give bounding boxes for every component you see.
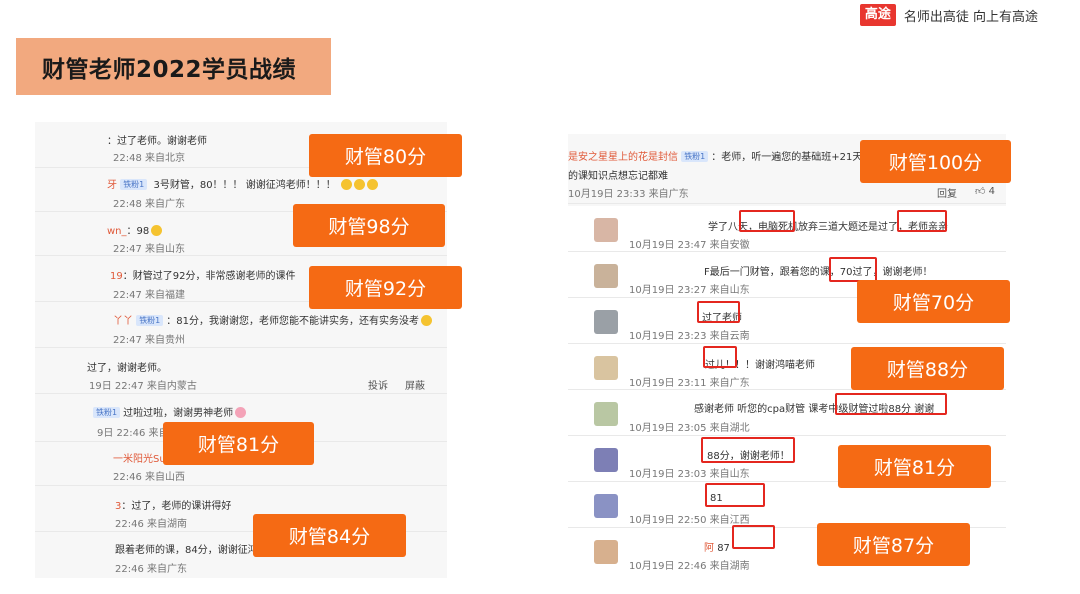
comment-text-line2: 的课知识点想忘记都难 — [568, 171, 668, 182]
comment-meta: 10月19日 23:03 来自山东 — [629, 469, 750, 480]
comment-meta: 22:48 来自北京 — [113, 153, 185, 164]
comment-author[interactable]: 丫丫 — [113, 316, 133, 327]
comment-meta: 10月19日 23:27 来自山东 — [629, 285, 750, 296]
score-tag: 财管98分 — [293, 204, 445, 247]
avatar[interactable] — [594, 494, 618, 518]
fan-badge: 铁粉1 — [681, 151, 709, 162]
comment-text: 跟着老师的课，84分，谢谢征鸿 — [115, 545, 258, 556]
score-tag: 财管70分 — [857, 280, 1010, 323]
comment-author[interactable]: 是安之星星上的花是封信 — [568, 152, 678, 163]
highlight-box — [697, 301, 740, 323]
emoji-icon — [151, 225, 163, 236]
score-tag: 财管81分 — [163, 422, 314, 465]
comment-author[interactable]: 19 — [110, 271, 123, 282]
comment-meta: 10月19日 22:46 来自湖南 — [629, 561, 750, 572]
brand-header: 高途 名师出高徒 向上有高途 — [859, 4, 1038, 26]
score-tag: 财管87分 — [817, 523, 970, 566]
comment-meta: 10月19日 23:23 来自云南 — [629, 331, 750, 342]
comment-text: 是安之星星上的花是封信 铁粉1 ：老师，听一遍您的基础班+21天 — [568, 151, 863, 163]
highlight-box — [703, 346, 737, 368]
left-comment-screenshot: ：过了老师。谢谢老师 22:48 来自北京 牙 铁粉1 3号财管，80！！！ 谢… — [35, 122, 447, 578]
reply-button[interactable]: 回复 — [937, 185, 957, 200]
avatar[interactable] — [594, 540, 618, 564]
fan-badge: 铁粉1 — [136, 315, 164, 326]
comment-meta: 10月19日 22:50 来自江西 — [629, 515, 750, 526]
highlight-box — [732, 525, 775, 549]
highlight-box — [897, 210, 947, 232]
comment-meta: 22:46 来自湖南 — [115, 519, 187, 530]
comment-text: 铁粉1 过啦过啦，谢谢男神老师 — [93, 404, 247, 419]
score-tag: 财管88分 — [851, 347, 1004, 390]
highlight-box — [705, 483, 765, 507]
comment-text: ：过了老师。谢谢老师 — [107, 136, 207, 147]
emoji-icon — [421, 315, 433, 326]
comment-author[interactable]: 阿 — [704, 543, 714, 554]
emoji-icon — [366, 179, 378, 190]
score-tag: 财管100分 — [860, 140, 1011, 183]
comment-item: 过了，谢谢老师。 19日 22:47 来自内蒙古 投诉 屏蔽 — [35, 348, 447, 394]
comment-meta: 22:47 来自山东 — [113, 244, 185, 255]
page-title: 财管老师2022学员战绩 — [42, 56, 297, 83]
comment-meta: 10月19日 23:33 来自广东 — [568, 189, 689, 200]
comment-text: F最后一门财管，跟着您的课，70过了，谢谢老师！ — [704, 267, 933, 278]
comment-text: wn_：98 — [107, 222, 163, 237]
comment-text: 丫丫 铁粉1 ：81分，我谢谢您，老师您能不能讲实务，还有实务没考 — [113, 312, 433, 327]
emoji-icon — [353, 179, 365, 190]
emoji-icon — [340, 179, 352, 190]
comment-text: 阿 87 — [704, 543, 730, 554]
score-tag: 财管81分 — [838, 445, 991, 488]
comment-item: 81 10月19日 22:50 来自江西 — [568, 482, 1006, 528]
report-button[interactable]: 投诉 — [368, 377, 388, 392]
comment-author[interactable]: 牙 — [107, 180, 117, 191]
highlight-box — [829, 257, 877, 282]
comment-meta: 22:46 来自山西 — [113, 472, 185, 483]
comment-meta: 22:47 来自福建 — [113, 290, 185, 301]
comment-meta: 10月19日 23:47 来自安徽 — [629, 240, 750, 251]
avatar[interactable] — [594, 218, 618, 242]
comment-meta: 22:47 来自贵州 — [113, 335, 185, 346]
avatar[interactable] — [594, 402, 618, 426]
fan-badge: 铁粉1 — [120, 179, 148, 190]
thumbs-up-icon: 👍︎ — [975, 186, 986, 197]
comment-author[interactable]: wn_ — [107, 226, 127, 237]
pig-emoji-icon — [235, 407, 247, 418]
highlight-box — [701, 437, 795, 463]
block-button[interactable]: 屏蔽 — [405, 377, 425, 392]
score-tag: 财管92分 — [309, 266, 462, 309]
page-title-box: 财管老师2022学员战绩 — [16, 38, 331, 95]
avatar[interactable] — [594, 356, 618, 380]
avatar[interactable] — [594, 448, 618, 472]
brand-slogan: 名师出高徒 向上有高途 — [903, 9, 1038, 25]
highlight-box — [739, 210, 795, 232]
score-tag: 财管80分 — [309, 134, 462, 177]
comment-meta: 22:46 来自广东 — [115, 564, 187, 575]
comment-meta: 19日 22:47 来自内蒙古 — [89, 381, 197, 392]
like-button[interactable]: 👍︎ 4 — [975, 185, 995, 197]
comment-text: 3：过了，老师的课讲得好 — [115, 501, 232, 512]
comment-author[interactable]: 一米阳光Su — [113, 450, 166, 465]
brand-logo: 高途 — [859, 4, 896, 26]
comment-text: 19：财管过了92分，非常感谢老师的课件 — [110, 271, 296, 282]
score-tag: 财管84分 — [253, 514, 406, 557]
avatar[interactable] — [594, 310, 618, 334]
comment-text: 过了，谢谢老师。 — [87, 363, 167, 374]
comment-meta: 10月19日 23:05 来自湖北 — [629, 423, 750, 434]
comment-text: 牙 铁粉1 3号财管，80！！！ 谢谢征鸿老师！！！ — [107, 176, 378, 191]
highlight-box — [835, 393, 947, 415]
fan-badge: 铁粉1 — [93, 407, 121, 418]
comment-meta: 22:48 来自广东 — [113, 199, 185, 210]
avatar[interactable] — [594, 264, 618, 288]
comment-meta: 10月19日 23:11 来自广东 — [629, 378, 750, 389]
